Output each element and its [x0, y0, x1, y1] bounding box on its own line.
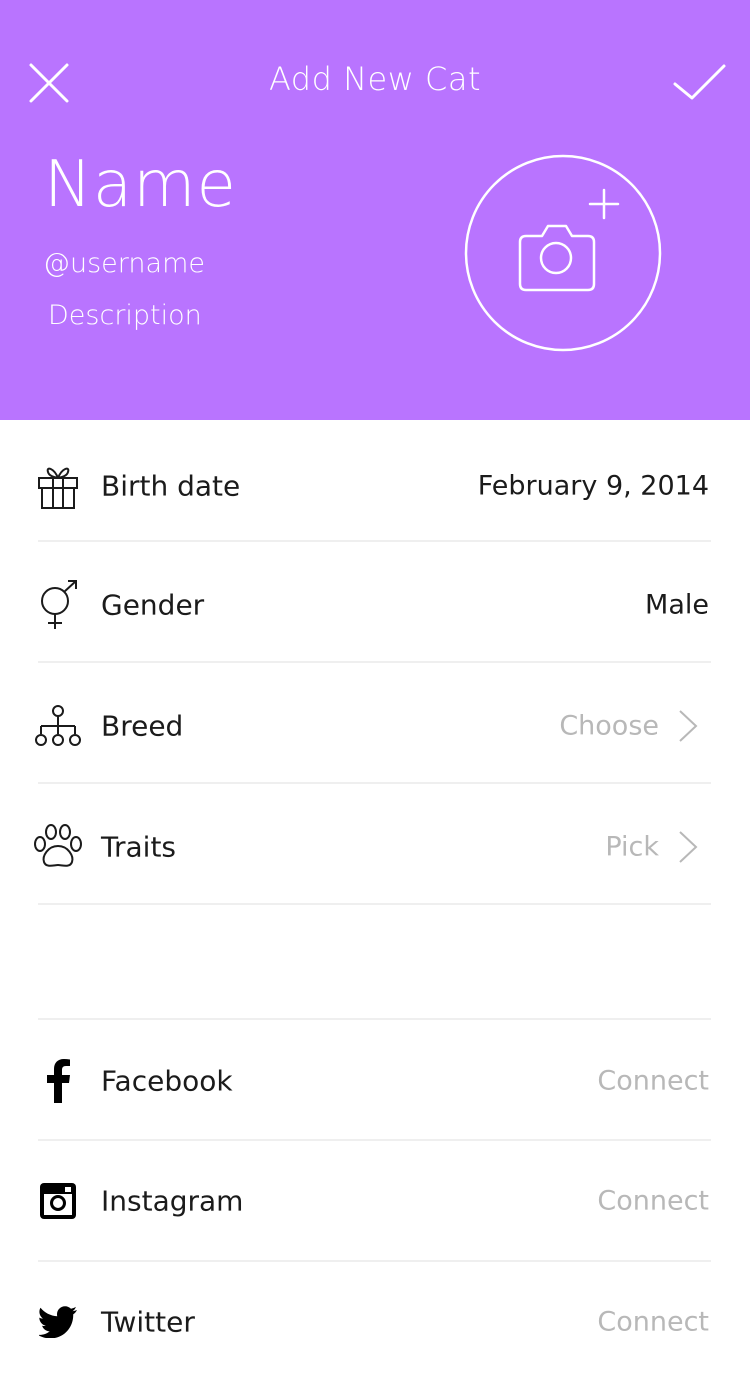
gender-value: Male [645, 589, 709, 621]
breed-row[interactable]: Breed Choose [0, 666, 750, 786]
header-title: Add New Cat [268, 60, 482, 98]
facebook-label: Facebook [101, 1064, 233, 1098]
breed-label: Breed [101, 709, 184, 743]
gender-label: Gender [101, 588, 205, 622]
divider [38, 782, 711, 784]
divider [38, 903, 711, 905]
instagram-icon [32, 1175, 84, 1227]
traits-value: Pick [605, 831, 659, 863]
traits-label: Traits [101, 830, 177, 864]
camera-add-icon [464, 154, 662, 352]
twitter-row[interactable]: Twitter Connect [0, 1262, 750, 1382]
birth-date-label: Birth date [101, 469, 241, 503]
facebook-row[interactable]: Facebook Connect [0, 1021, 750, 1141]
paw-icon [32, 821, 84, 873]
breed-value: Choose [559, 710, 659, 742]
name-field[interactable]: Name [44, 148, 237, 222]
instagram-connect[interactable]: Connect [597, 1186, 709, 1217]
traits-row[interactable]: Traits Pick [0, 787, 750, 907]
birth-date-row[interactable]: Birth date February 9, 2014 [0, 426, 750, 546]
divider [38, 540, 711, 542]
instagram-label: Instagram [101, 1184, 244, 1218]
twitter-connect[interactable]: Connect [597, 1307, 709, 1338]
checkmark-icon [673, 64, 726, 100]
gift-icon [32, 460, 84, 512]
divider [38, 1018, 711, 1020]
chevron-right-icon [679, 831, 698, 863]
chevron-right-icon [679, 710, 698, 742]
divider [38, 661, 711, 663]
facebook-icon [32, 1055, 84, 1107]
description-field[interactable]: Description [48, 300, 202, 331]
username-field[interactable]: @username [43, 248, 205, 279]
birth-date-value: February 9, 2014 [477, 470, 709, 502]
confirm-button[interactable] [672, 60, 728, 106]
gender-row[interactable]: Gender Male [0, 545, 750, 665]
twitter-icon [32, 1296, 84, 1348]
add-photo-button[interactable] [464, 154, 662, 352]
hierarchy-icon [32, 700, 84, 752]
gender-icon [32, 579, 84, 631]
instagram-row[interactable]: Instagram Connect [0, 1141, 750, 1261]
header: Add New Cat Name @username Description [0, 0, 750, 420]
facebook-connect[interactable]: Connect [597, 1066, 709, 1097]
